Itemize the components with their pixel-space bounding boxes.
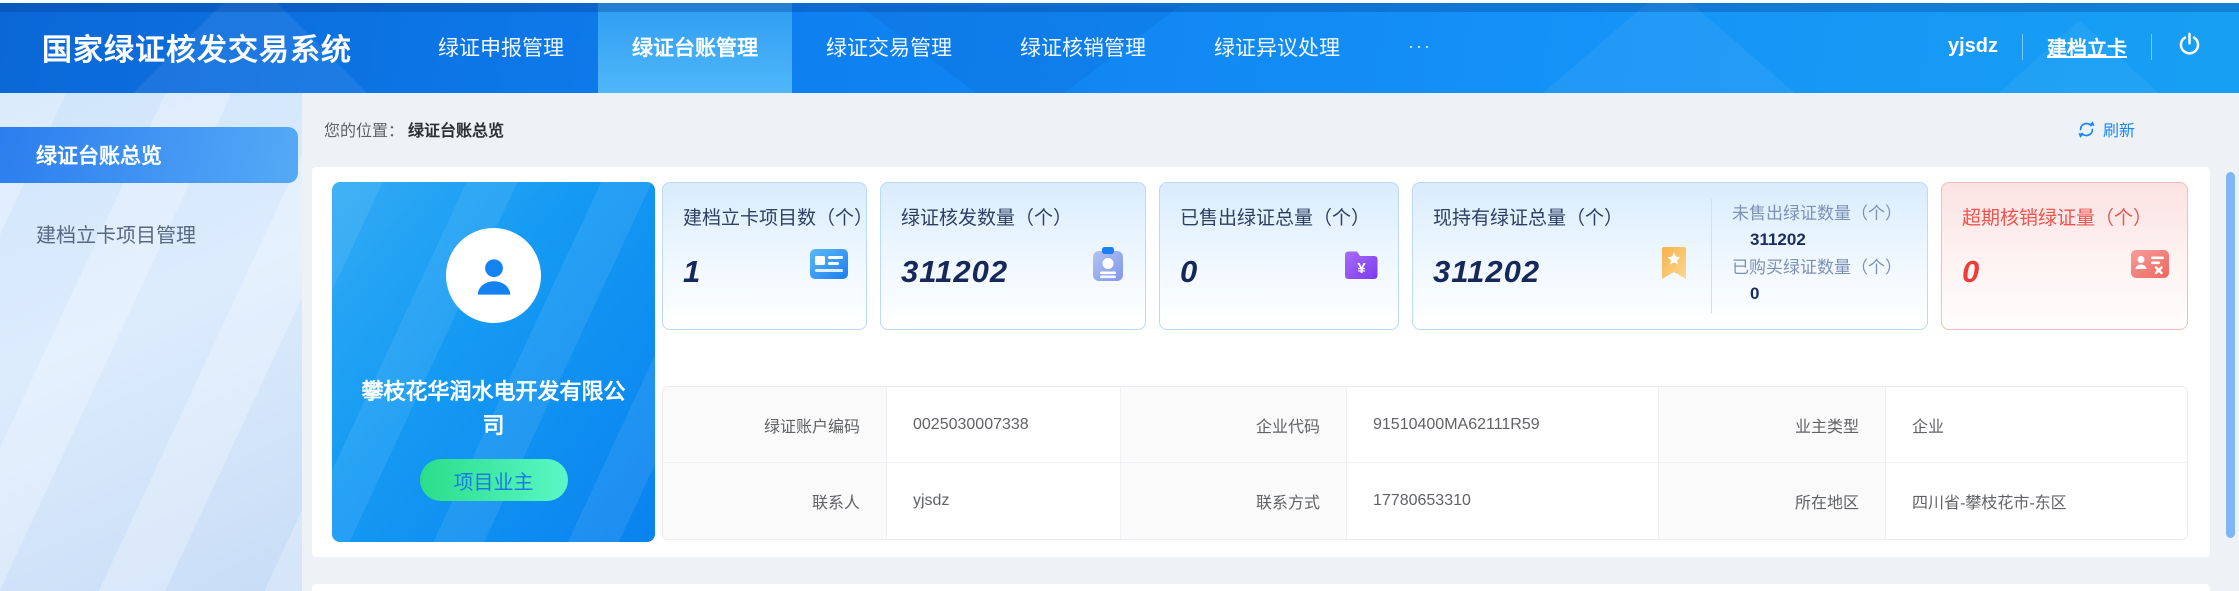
breadcrumb-bar: 您的位置： 绿证台账总览 刷新	[302, 93, 2239, 165]
stat-card-filing-projects: 建档立卡项目数（个） 1	[662, 182, 867, 330]
company-card: 攀枝花华润水电开发有限公司 项目业主	[332, 182, 655, 542]
nav-tab-declare[interactable]: 绿证申报管理	[404, 0, 598, 93]
breadcrumb-prefix: 您的位置：	[324, 117, 404, 141]
table-label: 联系人	[663, 463, 887, 539]
top-header: 国家绿证核发交易系统 绿证申报管理 绿证台账管理 绿证交易管理 绿证核销管理 绿…	[0, 0, 2239, 93]
sidebar-item-filing-projects[interactable]: 建档立卡项目管理	[0, 213, 302, 253]
svg-text:¥: ¥	[1357, 260, 1366, 277]
vertical-scrollbar-thumb[interactable]	[2226, 172, 2235, 538]
header-divider	[2022, 34, 2023, 60]
user-icon	[468, 250, 520, 302]
stat-card-held-main: 现持有绿证总量（个） 311202	[1413, 183, 1711, 329]
company-name: 攀枝花华润水电开发有限公司	[332, 375, 655, 443]
filing-link[interactable]: 建档立卡	[2047, 32, 2127, 61]
table-label: 所在地区	[1659, 463, 1886, 539]
system-title: 国家绿证核发交易系统	[0, 0, 352, 93]
table-value: 17780653310	[1347, 463, 1659, 539]
refresh-icon	[2077, 120, 2096, 139]
header-divider	[2151, 34, 2152, 60]
nav-tab-ledger[interactable]: 绿证台账管理	[598, 0, 792, 93]
stat-label: 现持有绿证总量（个）	[1433, 203, 1693, 230]
power-icon	[2176, 31, 2203, 63]
stat-label: 已售出绿证总量（个）	[1180, 203, 1380, 230]
table-value: 企业	[1886, 387, 2187, 463]
right-column: 建档立卡项目数（个） 1	[662, 182, 2188, 542]
table-label: 业主类型	[1659, 387, 1886, 463]
nav-tab-trade[interactable]: 绿证交易管理	[792, 0, 986, 93]
table-value: yjsdz	[887, 463, 1121, 539]
avatar	[446, 228, 541, 323]
ribbon-star-icon	[1651, 241, 1697, 287]
table-value: 0025030007338	[887, 387, 1121, 463]
substat-value: 311202	[1732, 227, 1921, 253]
substat-label: 已购买绿证数量（个）	[1732, 254, 1921, 281]
nav-tab-dispute[interactable]: 绿证异议处理	[1180, 0, 1374, 93]
refresh-label: 刷新	[2103, 117, 2135, 141]
stat-label: 建档立卡项目数（个）	[683, 203, 848, 230]
stat-card-sold: 已售出绿证总量（个） 0 ¥	[1159, 182, 1399, 330]
nav-tab-more[interactable]: ···	[1374, 0, 1466, 93]
header-decoration	[1519, 0, 1819, 93]
app-root: 国家绿证核发交易系统 绿证申报管理 绿证台账管理 绿证交易管理 绿证核销管理 绿…	[0, 0, 2239, 591]
account-info-table: 绿证账户编码 0025030007338 企业代码 91510400MA6211…	[662, 386, 2188, 540]
overview-panel: 攀枝花华润水电开发有限公司 项目业主 建档立卡项目数（个） 1	[312, 167, 2210, 557]
next-panel-peek	[312, 584, 2210, 591]
stat-card-issued: 绿证核发数量（个） 311202	[880, 182, 1146, 330]
main-nav: 绿证申报管理 绿证台账管理 绿证交易管理 绿证核销管理 绿证异议处理 ···	[404, 0, 1466, 93]
card-cancel-icon	[2127, 241, 2173, 287]
substats-block: 未售出绿证数量（个） 311202 已购买绿证数量（个） 0	[1712, 183, 1927, 329]
logout-button[interactable]	[2176, 31, 2203, 63]
substat-label: 未售出绿证数量（个）	[1732, 200, 1921, 227]
stat-label: 超期核销绿证量（个）	[1962, 203, 2169, 230]
table-label: 联系方式	[1121, 463, 1347, 539]
refresh-button[interactable]: 刷新	[2077, 117, 2135, 141]
table-value: 四川省-攀枝花市-东区	[1886, 463, 2187, 539]
stat-card-expired: 超期核销绿证量（个） 0	[1941, 182, 2188, 330]
main-content: 您的位置： 绿证台账总览 刷新	[302, 93, 2239, 591]
stat-label: 绿证核发数量（个）	[901, 203, 1127, 230]
id-card-icon	[806, 241, 852, 287]
table-label: 企业代码	[1121, 387, 1347, 463]
substat-value: 0	[1732, 281, 1921, 307]
username-label: yjsdz	[1948, 35, 1998, 58]
sidebar-item-ledger-overview[interactable]: 绿证台账总览	[0, 127, 298, 183]
certificate-badge-icon	[1085, 241, 1131, 287]
stat-card-held: 现持有绿证总量（个） 311202	[1412, 182, 1928, 330]
owner-type-badge: 项目业主	[420, 459, 568, 501]
breadcrumb-current: 绿证台账总览	[408, 117, 504, 141]
sidebar: 绿证台账总览 建档立卡项目管理	[0, 93, 302, 591]
stats-row: 建档立卡项目数（个） 1	[662, 182, 2188, 330]
table-label: 绿证账户编码	[663, 387, 887, 463]
nav-tab-redeem[interactable]: 绿证核销管理	[986, 0, 1180, 93]
header-right: yjsdz 建档立卡	[1948, 0, 2239, 93]
folder-yen-icon: ¥	[1338, 241, 1384, 287]
table-value: 91510400MA62111R59	[1347, 387, 1659, 463]
